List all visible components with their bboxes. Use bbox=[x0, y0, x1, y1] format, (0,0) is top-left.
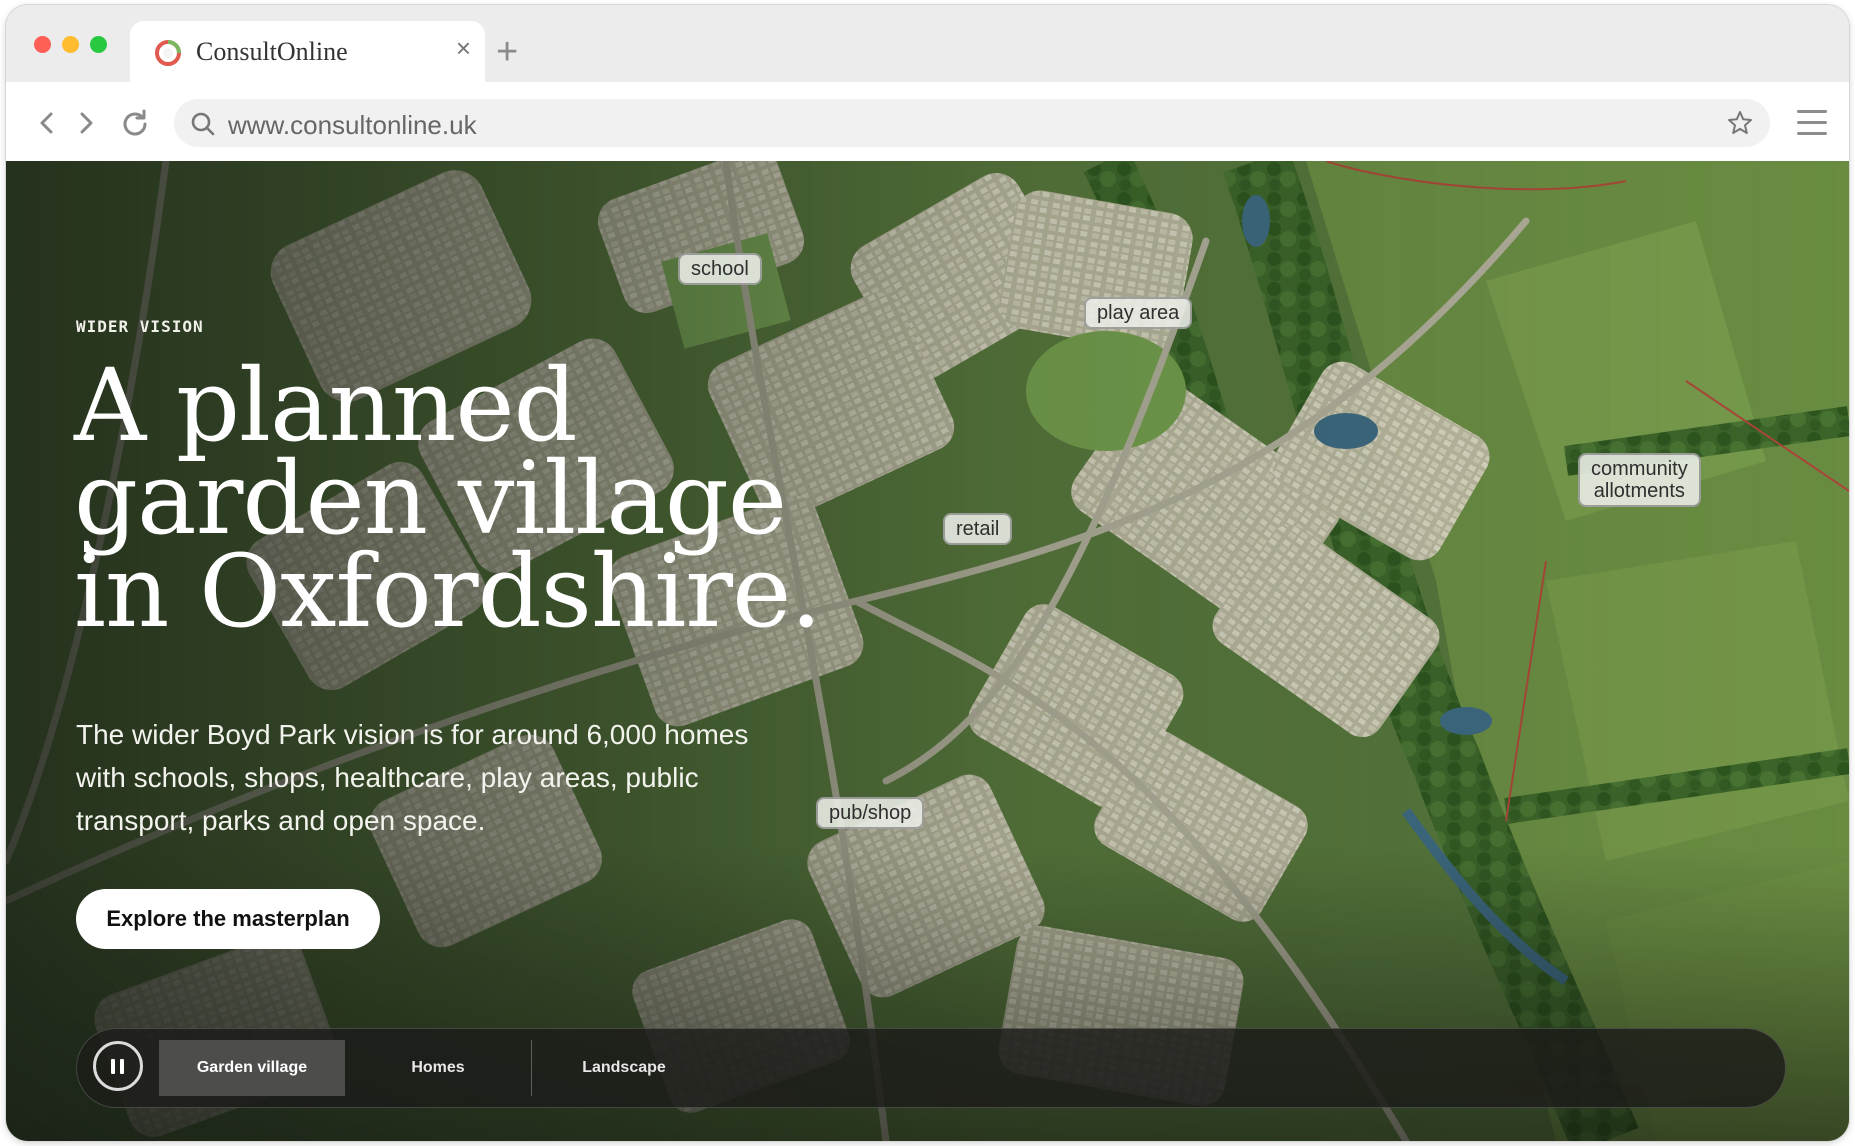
back-icon[interactable] bbox=[30, 106, 64, 140]
tab-homes[interactable]: Homes bbox=[345, 1040, 531, 1096]
pause-icon[interactable] bbox=[93, 1041, 143, 1091]
minimize-window-button[interactable] bbox=[62, 36, 79, 53]
close-window-button[interactable] bbox=[34, 36, 51, 53]
menu-icon[interactable] bbox=[1797, 110, 1827, 136]
browser-tab[interactable]: ConsultOnline × bbox=[130, 21, 485, 82]
forward-icon[interactable] bbox=[69, 106, 103, 140]
map-label-line: allotments bbox=[1593, 480, 1685, 502]
maximize-window-button[interactable] bbox=[90, 36, 107, 53]
section-eyebrow: WIDER VISION bbox=[76, 317, 204, 336]
map-label-play-area[interactable]: play area bbox=[1084, 297, 1193, 329]
map-label-school[interactable]: school bbox=[678, 253, 762, 285]
description-line: The wider Boyd Park vision is for around… bbox=[76, 719, 749, 750]
map-label-community-allotments[interactable]: community allotments bbox=[1578, 453, 1701, 507]
hero-headline: A planned garden village in Oxfordshire. bbox=[74, 347, 974, 650]
new-tab-icon[interactable]: + bbox=[496, 33, 518, 71]
url-text[interactable]: www.consultonline.uk bbox=[228, 110, 477, 141]
reload-icon[interactable] bbox=[118, 106, 152, 140]
headline-line: in Oxfordshire. bbox=[74, 533, 822, 650]
bookmark-star-icon[interactable] bbox=[1726, 109, 1754, 137]
tab-garden-village[interactable]: Garden village bbox=[159, 1040, 345, 1096]
browser-window: ConsultOnline × + www.consultonline.uk s… bbox=[6, 5, 1849, 1141]
map-label-line: community bbox=[1591, 458, 1688, 480]
tab-title: ConsultOnline bbox=[196, 37, 348, 66]
explore-masterplan-button[interactable]: Explore the masterplan bbox=[76, 889, 380, 949]
headline-line: A planned bbox=[74, 347, 578, 464]
browser-toolbar: www.consultonline.uk bbox=[6, 82, 1849, 167]
page-viewport: school play area community allotments re… bbox=[6, 161, 1849, 1141]
favicon-icon bbox=[155, 40, 181, 66]
close-icon[interactable]: × bbox=[456, 35, 471, 61]
headline-line: garden village bbox=[74, 440, 787, 557]
hero-description: The wider Boyd Park vision is for around… bbox=[76, 713, 836, 842]
hero-overlay bbox=[6, 161, 1849, 1141]
slide-controls: Garden village Homes Landscape bbox=[76, 1028, 1786, 1108]
address-bar[interactable]: www.consultonline.uk bbox=[174, 99, 1770, 147]
tab-strip: ConsultOnline × + bbox=[6, 5, 1849, 82]
search-icon bbox=[191, 112, 215, 136]
description-line: transport, parks and open space. bbox=[76, 805, 486, 836]
tab-landscape[interactable]: Landscape bbox=[531, 1040, 717, 1096]
description-line: with schools, shops, healthcare, play ar… bbox=[76, 762, 699, 793]
